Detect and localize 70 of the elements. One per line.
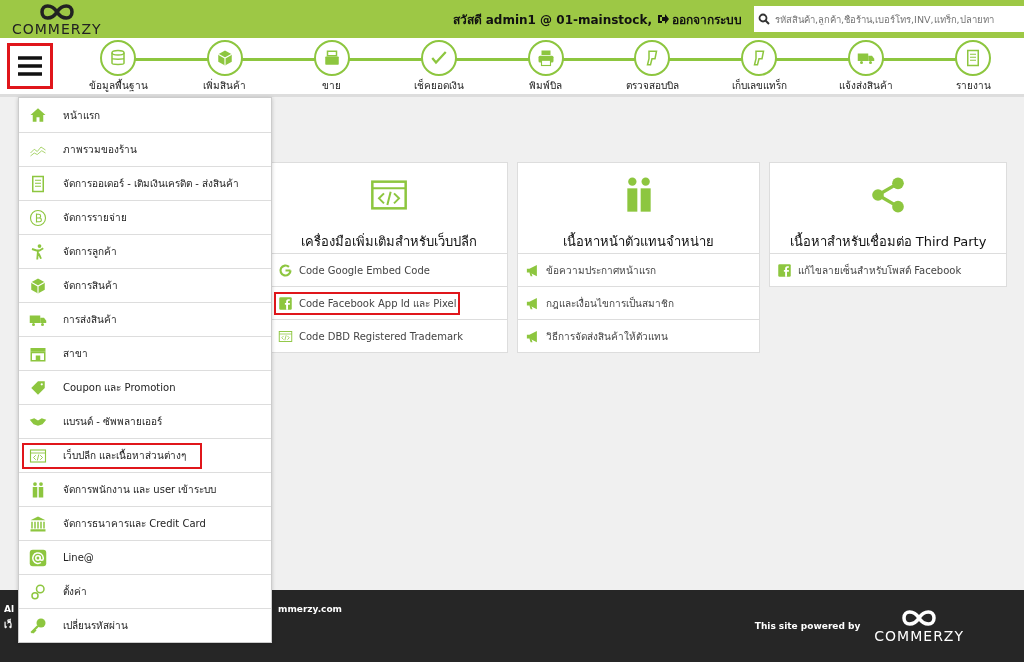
- coin-icon: [29, 208, 47, 227]
- card-link[interactable]: Code DBD Registered Trademark: [274, 324, 467, 348]
- bank-icon: [29, 514, 47, 533]
- logo-text: COMMERZY: [874, 628, 964, 644]
- cash-register-icon: [322, 48, 341, 67]
- menu-icon: [18, 56, 42, 76]
- menu-item[interactable]: Coupon และ Promotion: [22, 374, 192, 401]
- menu-button[interactable]: [7, 43, 53, 89]
- logo-text: COMMERZY: [12, 22, 102, 36]
- menu-item[interactable]: แบรนด์ - ซัพพลายเออร์: [22, 408, 178, 435]
- step-link[interactable]: รายงาน: [928, 39, 1018, 93]
- facebook-icon: [278, 295, 293, 311]
- step-link[interactable]: เก็บเลขแทร็ก: [714, 39, 805, 93]
- gears-icon: [29, 582, 47, 601]
- megaphone-icon: [525, 295, 540, 311]
- card-link[interactable]: แก้ไขลายเซ็นสำหรับโพสต์ Facebook: [773, 258, 966, 282]
- menu-item[interactable]: จัดการธนาคารและ Credit Card: [22, 510, 222, 537]
- menu-item[interactable]: สาขา: [22, 340, 104, 367]
- code-window-icon: [29, 446, 47, 465]
- menu-item[interactable]: จัดการสินค้า: [22, 272, 134, 299]
- footer-text: Al: [4, 604, 15, 614]
- card-link[interactable]: Code Facebook App Id และ Pixel: [274, 291, 461, 315]
- menu-item[interactable]: จัดการพนักงาน และ user เข้าระบบ: [22, 476, 233, 503]
- tag-icon: [29, 378, 47, 397]
- card-title: เครื่องมือเพิ่มเติมสำหรับเว็บปลีก: [301, 231, 477, 251]
- card-link[interactable]: กฎและเงื่อนไขการเป็นสมาชิก: [521, 291, 678, 315]
- menu-item[interactable]: การส่งสินค้า: [22, 306, 133, 333]
- search-icon: [758, 13, 770, 25]
- card-link[interactable]: ข้อความประกาศหน้าแรก: [521, 258, 660, 282]
- menu-item[interactable]: เว็บปลีก และเนื้อหาส่วนต่างๆ: [22, 442, 203, 469]
- step-link[interactable]: ตรวจสอบบิล: [607, 39, 698, 93]
- card-title: เนื้อหาสำหรับเชื่อมต่อ Third Party: [789, 231, 987, 251]
- g-letter-icon: [278, 262, 293, 278]
- step-link[interactable]: เพิ่มสินค้า: [179, 39, 270, 93]
- step-link[interactable]: ขาย: [286, 39, 377, 93]
- document-icon: [29, 174, 47, 193]
- logout-link[interactable]: ออกจากระบบ: [657, 9, 742, 29]
- menu-item[interactable]: Line@: [22, 544, 110, 571]
- facebook-icon: [777, 262, 792, 278]
- menu-item[interactable]: จัดการลูกค้า: [22, 238, 133, 265]
- menu-item[interactable]: ภาพรวมของร้าน: [22, 136, 153, 163]
- code-window-icon: [278, 328, 293, 344]
- step-link[interactable]: ข้อมูลพื้นฐาน: [73, 39, 163, 93]
- step-link[interactable]: พิมพ์บิล: [500, 39, 591, 93]
- sign-out-icon: [657, 13, 669, 25]
- greeting-text: สวัสดี admin1 @ 01-mainstock,: [452, 11, 652, 29]
- box-icon: [29, 276, 47, 295]
- card-link[interactable]: วิธีการจัดส่งสินค้าให้ตัวแทน: [521, 324, 672, 348]
- menu-item[interactable]: เปลี่ยนรหัสผ่าน: [22, 612, 144, 639]
- step-link[interactable]: แจ้งส่งสินค้า: [821, 39, 912, 93]
- menu-item[interactable]: จัดการรายจ่าย: [22, 204, 143, 231]
- footer-text: mmerzy.com: [278, 604, 342, 614]
- home-icon: [29, 106, 47, 124]
- box-icon: [215, 48, 234, 67]
- key-icon: [29, 616, 47, 635]
- database-icon: [109, 48, 127, 67]
- at-sign-icon: [29, 548, 47, 567]
- document-icon: [964, 48, 982, 67]
- menu-item[interactable]: หน้าแรก: [22, 102, 116, 128]
- step-link[interactable]: เช็คยอดเงิน: [393, 39, 484, 93]
- menu-item[interactable]: จัดการออเดอร์ - เติมเงินเครดิต - ส่งสินค้า: [22, 170, 255, 197]
- megaphone-icon: [525, 262, 540, 278]
- menu-item[interactable]: ตั้งค่า: [22, 578, 103, 605]
- search-field[interactable]: รหัสสินค้า,ลูกค้า,ชื่อร้าน,เบอร์โทร,INV,แทร็ก,ปลายทา: [754, 6, 1024, 32]
- printer-icon: [536, 48, 555, 67]
- card-link[interactable]: Code Google Embed Code: [274, 258, 434, 282]
- megaphone-icon: [525, 328, 540, 344]
- footer-text: เว็: [4, 618, 12, 632]
- card-title: เนื้อหาหน้าตัวแทนจำหน่าย: [563, 231, 714, 251]
- powered-by-text: This site powered by: [754, 621, 861, 631]
